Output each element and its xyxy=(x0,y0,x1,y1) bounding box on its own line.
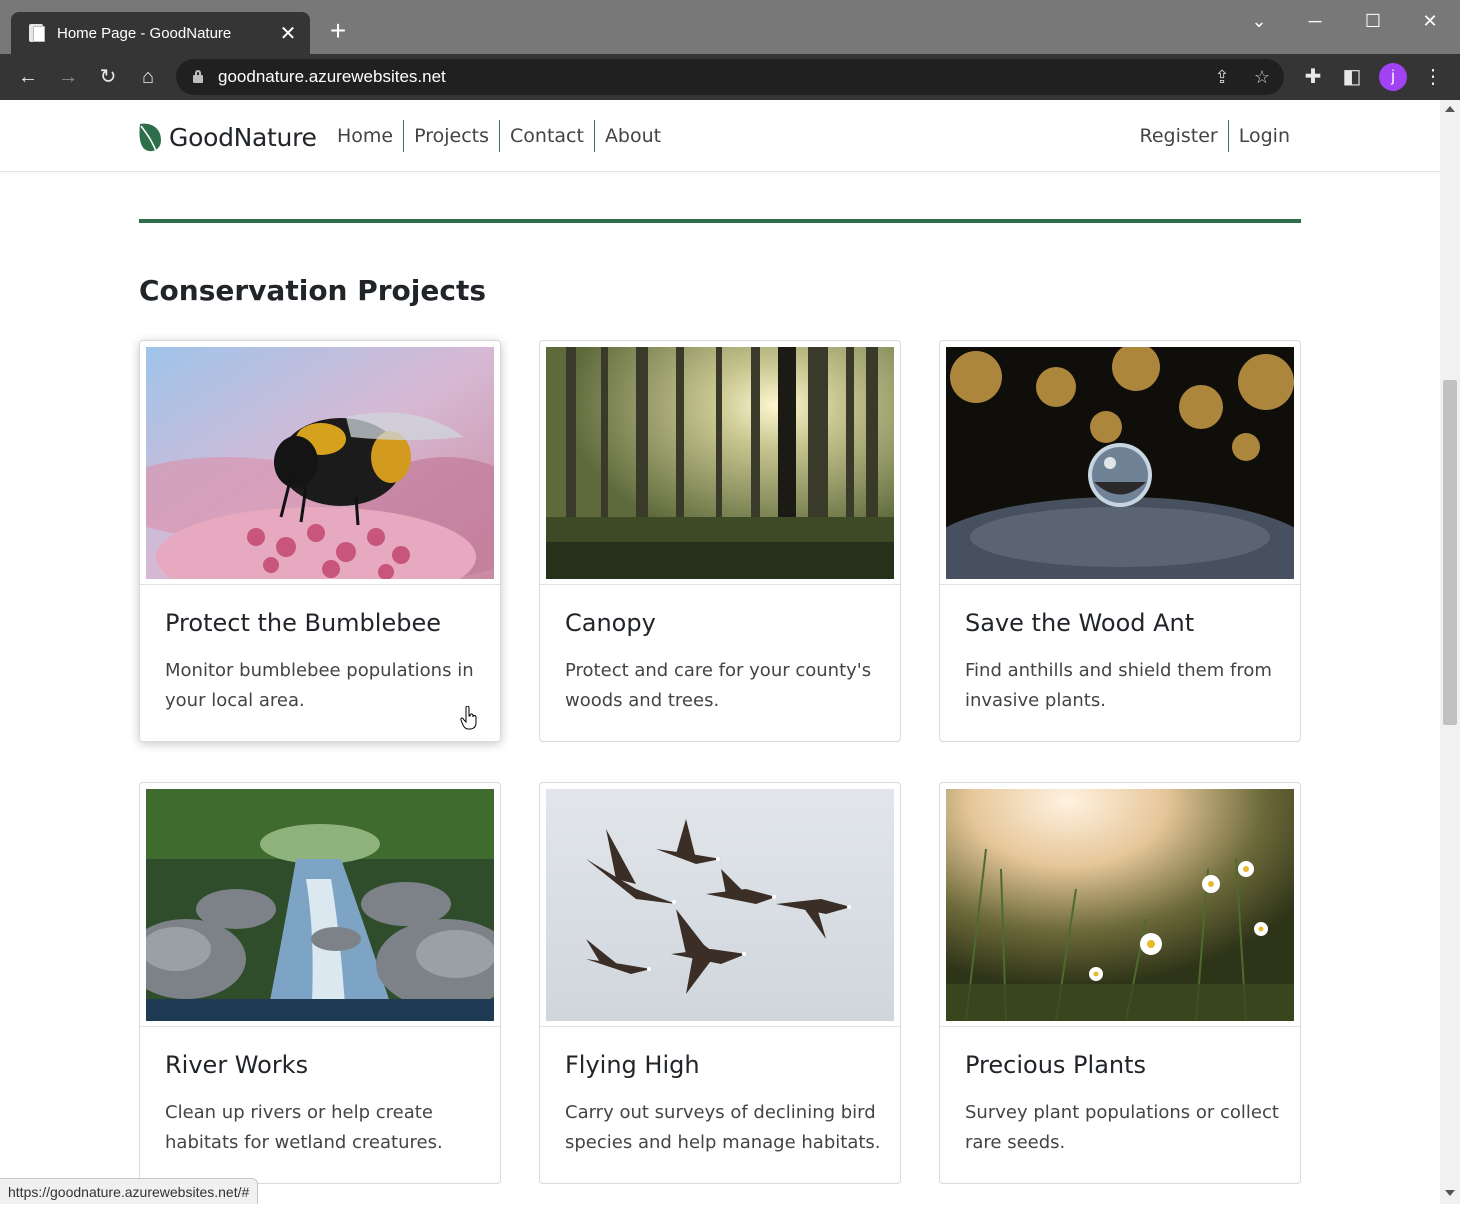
scrollbar-thumb[interactable] xyxy=(1443,380,1457,725)
share-icon[interactable]: ⇪ xyxy=(1208,63,1236,91)
bumblebee-photo[interactable] xyxy=(146,347,494,579)
auth-nav: Register Login xyxy=(1133,120,1301,152)
login-link[interactable]: Login xyxy=(1227,120,1300,152)
link-status-bubble: https://goodnature.azurewebsites.net/# xyxy=(0,1178,259,1204)
project-card[interactable]: Protect the Bumblebee Monitor bumblebee … xyxy=(139,340,501,742)
url-text[interactable]: goodnature.azurewebsites.net xyxy=(218,59,446,95)
leaf-logo-icon xyxy=(139,123,161,154)
section-divider xyxy=(139,219,1301,223)
forest-photo[interactable] xyxy=(546,347,894,579)
nav-about-link[interactable]: About xyxy=(593,120,671,152)
card-divider xyxy=(540,1026,900,1027)
tab-title: Home Page - GoodNature xyxy=(57,24,232,42)
page-scrollbar[interactable] xyxy=(1440,100,1460,1204)
scroll-down-arrow-icon[interactable] xyxy=(1445,1190,1455,1196)
main-nav: Home Projects Contact About xyxy=(330,120,671,152)
section-title: Conservation Projects xyxy=(139,274,487,307)
new-tab-button[interactable]: + xyxy=(324,17,352,46)
home-icon[interactable]: ⌂ xyxy=(133,62,163,92)
reload-icon[interactable]: ↻ xyxy=(93,62,123,92)
site-navbar: GoodNature Home Projects Contact About R… xyxy=(0,100,1440,172)
card-text: Monitor bumblebee populations in your lo… xyxy=(165,660,474,711)
card-text: Find anthills and shield them from invas… xyxy=(965,660,1272,711)
card-divider xyxy=(140,1026,500,1027)
page-favicon-icon xyxy=(27,23,47,43)
scroll-up-arrow-icon[interactable] xyxy=(1445,106,1455,112)
address-bar[interactable]: goodnature.azurewebsites.net ⇪ ☆ xyxy=(176,59,1284,95)
page-viewport: GoodNature Home Projects Contact About R… xyxy=(0,100,1440,1204)
menu-kebab-icon[interactable]: ⋮ xyxy=(1418,62,1448,92)
project-card[interactable]: Canopy Protect and care for your county'… xyxy=(539,340,901,742)
card-title: Precious Plants xyxy=(965,1051,1147,1079)
project-card[interactable]: Save the Wood Ant Find anthills and shie… xyxy=(939,340,1301,742)
geese-photo[interactable] xyxy=(546,789,894,1021)
nav-projects-link[interactable]: Projects xyxy=(403,120,499,152)
site-brand[interactable]: GoodNature xyxy=(137,120,317,154)
close-tab-icon[interactable]: ✕ xyxy=(276,21,300,46)
card-title: Canopy xyxy=(565,609,656,637)
card-title: Flying High xyxy=(565,1051,700,1079)
back-arrow-icon[interactable]: ← xyxy=(13,62,43,92)
minimize-window-icon[interactable]: ─ xyxy=(1300,6,1330,36)
project-card[interactable]: Flying High Carry out surveys of declini… xyxy=(539,782,901,1184)
browser-tab[interactable]: Home Page - GoodNature ✕ xyxy=(11,12,310,54)
hand-pointer-cursor-icon xyxy=(460,706,477,730)
close-window-icon[interactable]: ✕ xyxy=(1415,6,1445,36)
project-card[interactable]: River Works Clean up rivers or help crea… xyxy=(139,782,501,1184)
forward-arrow-icon[interactable]: → xyxy=(53,62,83,92)
card-divider xyxy=(940,1026,1300,1027)
card-divider xyxy=(940,584,1300,585)
nav-home-link[interactable]: Home xyxy=(330,120,403,152)
bookmark-star-icon[interactable]: ☆ xyxy=(1248,63,1276,91)
browser-toolbar: ← → ↻ ⌂ goodnature.azurewebsites.net ⇪ ☆… xyxy=(0,54,1460,100)
register-link[interactable]: Register xyxy=(1133,120,1228,152)
lock-icon[interactable] xyxy=(193,70,203,83)
card-text: Clean up rivers or help create habitats … xyxy=(165,1102,443,1153)
brand-name: GoodNature xyxy=(169,122,317,152)
card-title: River Works xyxy=(165,1051,309,1079)
card-title: Protect the Bumblebee xyxy=(165,609,441,637)
water-droplet-ant-photo[interactable] xyxy=(946,347,1294,579)
project-card[interactable]: Precious Plants Survey plant populations… xyxy=(939,782,1301,1184)
tab-search-chevron-icon[interactable]: ⌄ xyxy=(1244,6,1274,36)
nav-contact-link[interactable]: Contact xyxy=(499,120,594,152)
browser-tabstrip: Home Page - GoodNature ✕ + ⌄ ─ ☐ ✕ xyxy=(0,0,1460,54)
card-divider xyxy=(140,584,500,585)
extensions-puzzle-icon[interactable]: ✚ xyxy=(1298,62,1328,92)
profile-avatar[interactable]: j xyxy=(1379,63,1407,91)
card-text: Carry out surveys of declining bird spec… xyxy=(565,1102,881,1153)
card-text: Survey plant populations or collect rare… xyxy=(965,1102,1279,1153)
card-text: Protect and care for your county's woods… xyxy=(565,660,872,711)
card-title: Save the Wood Ant xyxy=(965,609,1195,637)
river-photo[interactable] xyxy=(146,789,494,1021)
side-panel-icon[interactable]: ◧ xyxy=(1337,62,1367,92)
card-divider xyxy=(540,584,900,585)
wildflowers-photo[interactable] xyxy=(946,789,1294,1021)
maximize-window-icon[interactable]: ☐ xyxy=(1358,6,1388,36)
